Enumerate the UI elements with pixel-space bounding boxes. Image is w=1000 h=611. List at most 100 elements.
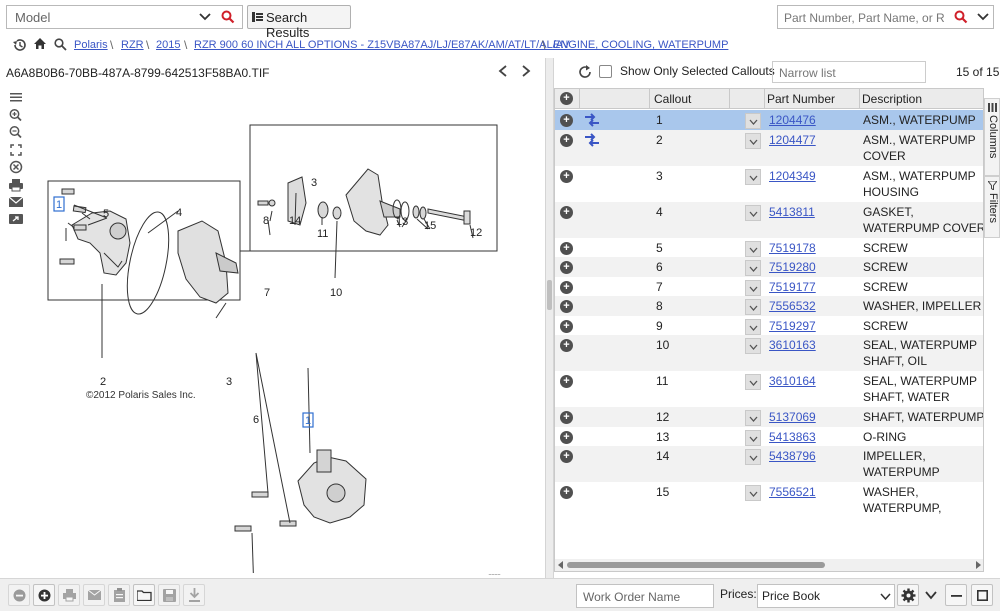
callout-label[interactable]: 15 [424,220,436,232]
cell-part-number[interactable]: 1204349 [769,169,816,183]
show-selected-checkbox[interactable] [599,65,612,78]
screw-part[interactable] [234,491,297,532]
history-icon[interactable] [12,38,27,52]
screw-part[interactable] [257,200,269,206]
work-order-input[interactable] [581,589,709,605]
work-order-field[interactable] [576,584,714,608]
add-to-list-icon[interactable]: + [560,339,573,352]
remove-button[interactable] [8,584,30,606]
narrow-list-input[interactable] [777,65,917,81]
callout-label[interactable]: 11 [317,228,328,240]
retainer-washer-part[interactable] [412,205,427,220]
row-options-dropdown[interactable] [745,279,761,296]
add-to-list-icon[interactable]: + [560,114,573,127]
interchange-icon[interactable] [584,113,600,127]
cell-part-number[interactable]: 5438796 [769,449,816,463]
table-row[interactable]: +7 7519177 SCREW [555,277,983,297]
callout-label[interactable]: 13 [396,216,408,228]
table-row[interactable]: +10 3610163 SEAL, WATERPUMP SHAFT, OIL [555,335,983,371]
add-to-list-icon[interactable]: + [560,486,573,499]
settings-button[interactable] [897,584,919,606]
part-search-input[interactable] [782,10,947,26]
table-row[interactable]: +2 1204477 ASM., WATERPUMP COVER [555,129,983,166]
gasket-part[interactable] [120,208,177,317]
tab-columns[interactable]: Columns [984,98,1000,176]
callout-label[interactable]: 3 [226,376,232,388]
washer-part[interactable] [268,199,276,207]
menu-icon[interactable] [7,90,25,104]
fit-to-screen-icon[interactable] [7,143,25,157]
column-header-description[interactable]: Description [862,92,922,106]
callout-label[interactable]: 14 [289,215,301,227]
chevron-down-icon[interactable] [977,12,989,22]
table-row[interactable]: +3 1204349 ASM., WATERPUMP HOUSING [555,166,983,202]
refresh-icon[interactable] [578,65,592,79]
row-options-dropdown[interactable] [745,410,761,426]
add-to-list-icon[interactable]: + [560,375,573,388]
row-options-dropdown[interactable] [745,240,761,257]
download-button[interactable] [183,584,205,606]
add-to-list-icon[interactable]: + [560,450,573,463]
add-to-list-icon[interactable]: + [560,261,573,274]
breadcrumb-2015[interactable]: 2015 [156,39,180,51]
zoom-in-icon[interactable] [7,108,25,122]
clipboard-button[interactable] [108,584,130,606]
assembled-waterpump-part[interactable] [297,449,367,524]
row-options-dropdown[interactable] [745,260,761,276]
table-row[interactable]: +8 7556532 WASHER, IMPELLER [555,296,983,316]
cell-part-number[interactable]: 7519280 [769,260,816,274]
chevron-down-icon[interactable] [199,12,211,22]
search-icon[interactable] [54,38,67,51]
callout-label[interactable]: 2 [100,376,106,388]
row-options-dropdown[interactable] [745,299,761,315]
breadcrumb-assembly[interactable]: ENGINE, COOLING, WATERPUMP [553,39,728,51]
pane-splitter[interactable] [545,58,554,578]
save-button[interactable] [158,584,180,606]
breadcrumb-rzr[interactable]: RZR [121,39,144,51]
add-to-list-icon[interactable]: + [560,430,573,444]
callout-label[interactable]: 10 [330,287,342,299]
part-search[interactable] [777,5,994,29]
table-row[interactable]: +4 5413811 GASKET, WATERPUMP COVER [555,201,983,238]
table-row[interactable]: +14 5438796 IMPELLER, WATERPUMP [555,446,983,482]
add-all-icon[interactable]: + [560,92,573,105]
email-icon[interactable] [7,195,25,209]
search-icon[interactable] [221,10,235,24]
cell-part-number[interactable]: 7556521 [769,485,816,499]
waterpump-cover-part[interactable] [177,220,239,304]
row-options-dropdown[interactable] [745,485,761,501]
cell-part-number[interactable]: 1204477 [769,133,816,147]
table-row[interactable]: +11 3610164 SEAL, WATERPUMP SHAFT, WATER [555,371,983,407]
horizontal-scrollbar[interactable] [555,559,983,571]
add-to-list-icon[interactable]: + [560,411,573,424]
row-options-dropdown[interactable] [745,338,761,354]
cell-part-number[interactable]: 7519178 [769,241,816,255]
table-row[interactable]: +9 7519297 SCREW [555,316,983,336]
scroll-right-icon[interactable] [975,561,982,569]
add-to-list-icon[interactable]: + [560,205,573,219]
cell-part-number[interactable]: 5413863 [769,430,816,444]
row-options-dropdown[interactable] [745,168,761,185]
cell-part-number[interactable]: 7519297 [769,319,816,333]
row-options-dropdown[interactable] [745,449,761,465]
add-to-list-icon[interactable]: + [560,300,573,313]
print-icon[interactable] [7,178,25,192]
row-options-dropdown[interactable] [745,374,761,390]
seal-water-part[interactable] [317,201,329,219]
callout-label[interactable]: 8 [263,215,269,227]
search-icon[interactable] [954,10,968,24]
callout-label[interactable]: 6 [253,414,259,426]
table-row[interactable]: +1 1204476 ASM., WATERPUMP [555,110,983,130]
table-row[interactable]: +13 5413863 O-RING [555,427,983,447]
cell-part-number[interactable]: 7556532 [769,299,816,313]
maximize-button[interactable] [971,584,993,606]
scrollbar-thumb[interactable] [567,562,825,568]
table-row[interactable]: +15 7556521 WASHER, WATERPUMP, RETAINER [555,482,983,518]
scroll-left-icon[interactable] [557,561,564,569]
price-book-select[interactable]: Price Book [757,584,895,608]
callout-label[interactable]: 3 [311,177,317,189]
add-button[interactable] [33,584,55,606]
add-to-list-icon[interactable]: + [560,241,573,255]
add-to-list-icon[interactable]: + [560,280,573,294]
table-row[interactable]: +6 7519280 SCREW [555,257,983,277]
